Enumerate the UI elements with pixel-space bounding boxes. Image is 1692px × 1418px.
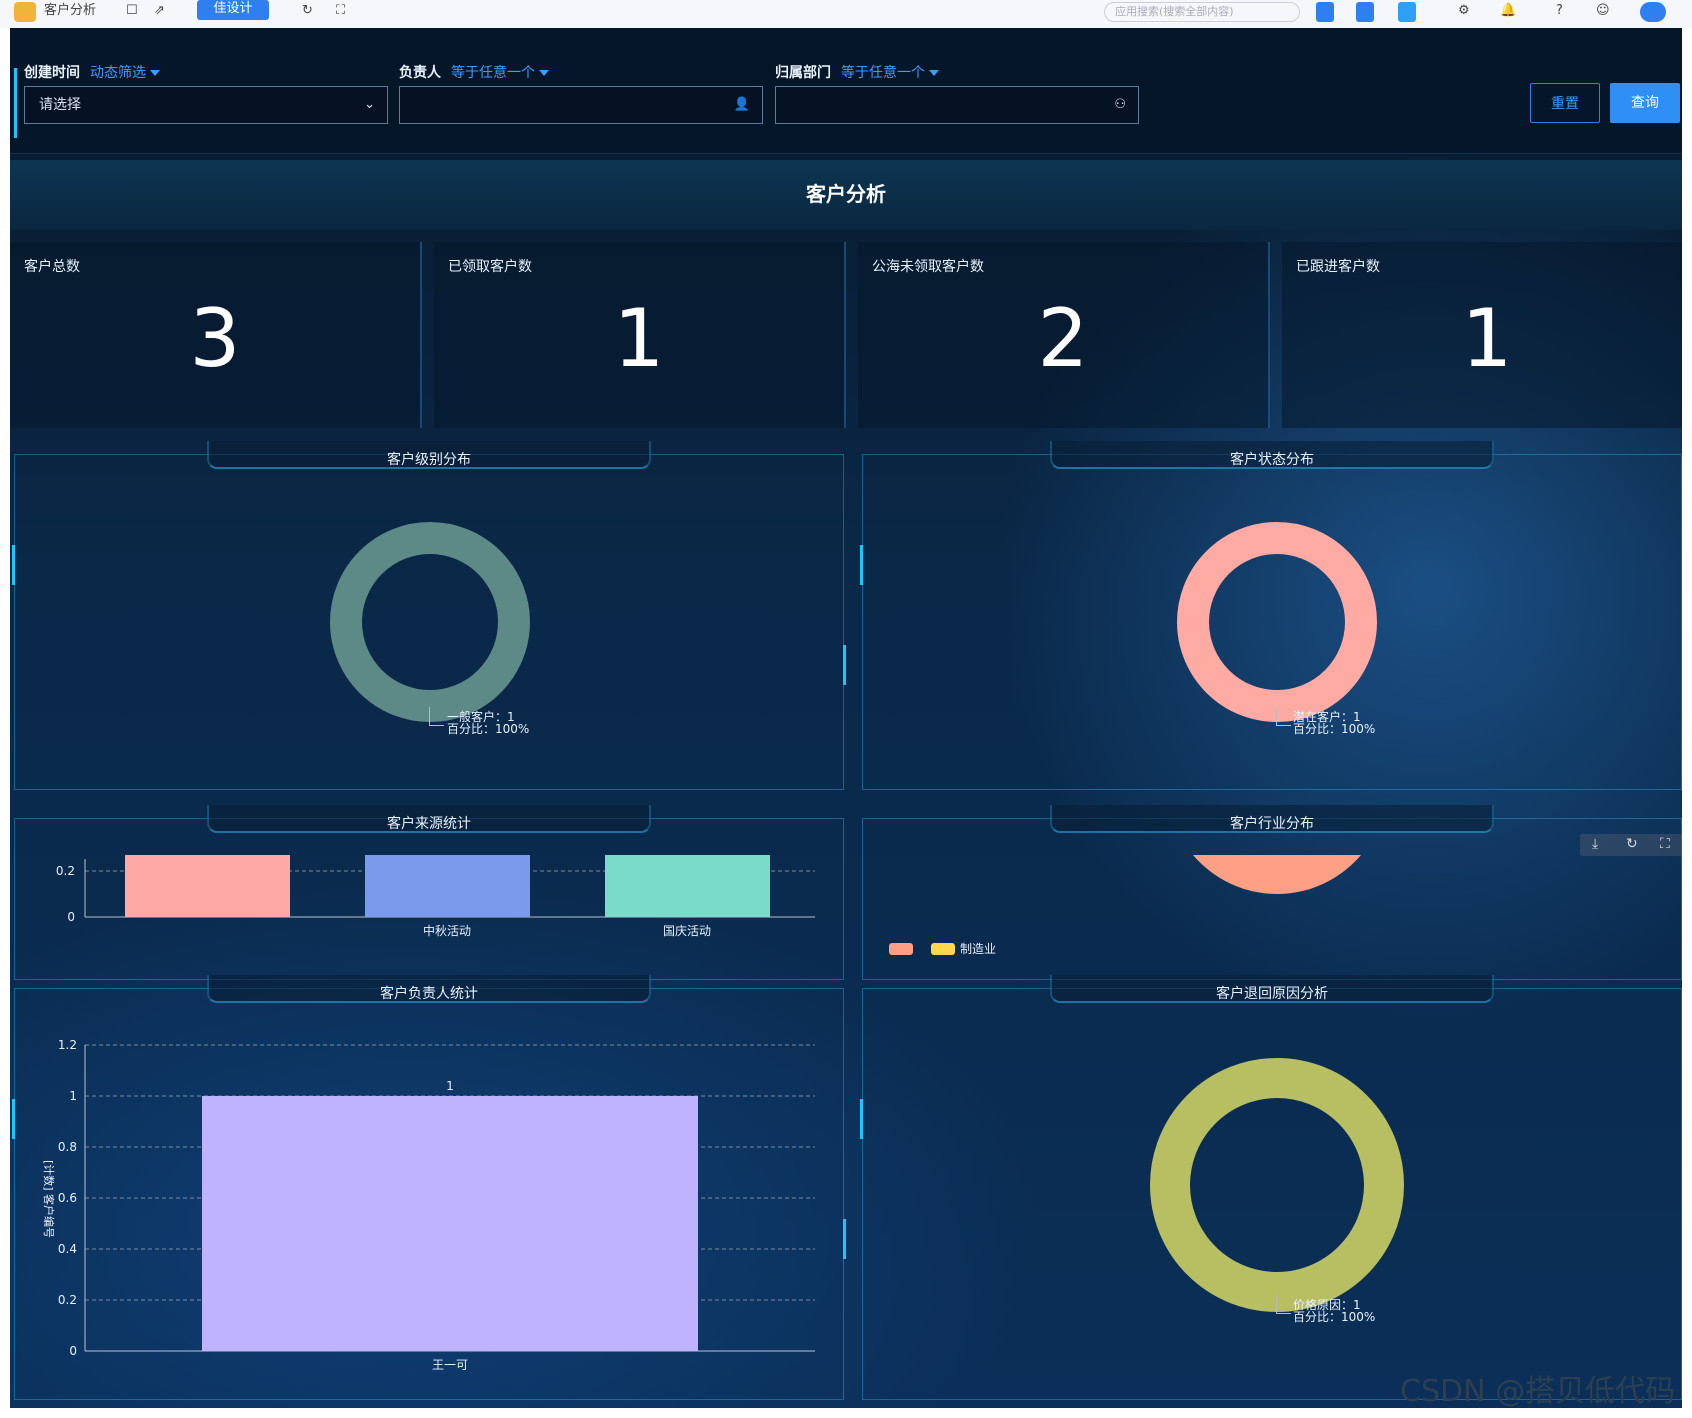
status-donut-chart [1177,522,1377,722]
stat-card-unclaimed: 公海未领取客户数 2 [858,242,1270,428]
stat-card-total: 客户总数 3 [10,242,422,428]
donut-slice-price[interactable] [1150,1058,1404,1312]
created-time-select[interactable]: 请选择 ⌄ [24,86,388,124]
org-tree-icon: ⚇ [1114,97,1126,112]
bar-national-day[interactable] [605,855,770,917]
query-button[interactable]: 查询 [1610,83,1680,123]
return-donut-chart [1150,1058,1404,1312]
stat-card-followed: 已跟进客户数 1 [1282,242,1682,428]
refresh-icon[interactable]: ↻ [1626,836,1638,852]
y-axis-label: [计数] 客户编号 [42,1160,56,1238]
legend-swatch-manufacturing[interactable] [931,943,955,955]
reset-button[interactable]: 重置 [1530,83,1600,123]
department-mode-dropdown[interactable]: 等于任意一个 [841,62,939,82]
app-search-input[interactable]: 应用搜索(搜索全部内容) [1104,2,1300,22]
fullscreen-icon[interactable]: ⛶ [1660,836,1670,852]
watermark: CSDN @搭贝低代码 [1400,1374,1676,1409]
legend-swatch[interactable] [889,943,913,955]
stat-value: 3 [189,292,241,385]
x-tick-label: 国庆活动 [663,924,711,938]
settings-icon[interactable]: ⚙ [1458,2,1470,22]
donut-slice-general[interactable] [330,522,530,722]
tasks-icon[interactable] [1398,2,1416,22]
department-label: 归属部门 [775,65,831,81]
bookmark-icon[interactable]: ☐ [126,2,140,22]
y-tick-label: 1 [69,1089,77,1103]
y-tick-label: 0.2 [56,864,75,878]
donut-slice-potential[interactable] [1177,522,1377,722]
owner-label: 负责人 [399,65,441,81]
dashboard-canvas: 创建时间 动态筛选 请选择 ⌄ 负责人 等于任意一个 👤 归属部门 等于任意一个… [10,28,1682,1408]
filter-bar: 创建时间 动态筛选 请选择 ⌄ 负责人 等于任意一个 👤 归属部门 等于任意一个… [10,28,1682,154]
apps-icon[interactable] [1356,2,1374,22]
filter-accent [14,68,17,138]
stat-label: 已跟进客户数 [1296,259,1380,275]
panel-industry-distribution: 客户行业分布 制造业 [862,805,1682,980]
stat-card-claimed: 已领取客户数 1 [434,242,846,428]
panel-owner-statistics: 客户负责人统计 0 0.2 0.4 0.6 0.8 1 1.2 1 王一可 [计数] 客户编… [12,975,846,1400]
bar-owner[interactable] [202,1096,698,1351]
bar-value-label: 1 [446,1079,454,1093]
created-time-placeholder: 请选择 [39,97,81,113]
person-icon: 👤 [733,97,750,112]
stat-label: 客户总数 [24,259,80,275]
legend-label-manufacturing: 制造业 [960,942,996,956]
panel-level-distribution: 客户级别分布 一般客户：1 百分比：100% [12,441,846,790]
y-tick-label: 0.4 [58,1242,77,1256]
slice-label-percent: 百分比：100% [1293,722,1376,736]
slice-label-percent: 百分比：100% [447,722,530,736]
slice-label-percent: 百分比：100% [1293,1310,1376,1324]
x-tick-label: 王一可 [432,1358,468,1372]
y-tick-label: 0 [69,1344,77,1358]
user-icon[interactable]: ☺ [1596,2,1610,22]
department-picker[interactable]: ⚇ [775,86,1139,124]
chart-toolbox: ⤓ ↻ ⛶ [1580,834,1682,856]
x-tick-label: 中秋活动 [423,923,471,938]
page-title: 客户分析 [806,182,886,206]
y-tick-label: 0.8 [58,1140,77,1154]
label-leader-line [429,707,444,726]
y-tick-label: 1.2 [58,1038,77,1052]
stat-label: 已领取客户数 [448,259,532,275]
created-time-mode-dropdown[interactable]: 动态筛选 [90,62,160,82]
download-icon[interactable]: ⤓ [1592,836,1598,852]
source-bar-chart: 0.2 0 中秋活动 国庆活动 [56,855,815,938]
avatar[interactable] [1640,2,1666,22]
refresh-icon[interactable]: ↻ [302,2,313,22]
bar-mid-autumn[interactable] [365,855,530,917]
pie-slice-industry[interactable] [1193,855,1361,894]
fullscreen-icon[interactable]: ⛶ [336,2,345,22]
owner-bar-chart: 0 0.2 0.4 0.6 0.8 1 1.2 1 王一可 [计数] 客户编号 [42,1038,815,1372]
stat-value: 2 [1037,292,1089,385]
app-title: 客户分析 [44,3,97,18]
y-tick-label: 0 [67,910,75,924]
stat-value: 1 [1461,292,1513,385]
design-button[interactable]: 佳设计 [197,0,269,20]
owner-picker[interactable]: 👤 [399,86,763,124]
chevron-down-icon: ⌄ [364,97,375,112]
share-icon[interactable]: ⇗ [154,2,168,22]
app-toolbar: 客户分析 ☐ ⇗ 佳设计 ↻ ⛶ 应用搜索(搜索全部内容) ⚙ 🔔 ? ☺ [0,0,1692,28]
label-leader-line [1276,1295,1291,1314]
panel-return-reasons: 客户退回原因分析 价格原因：1 百分比：100% [860,975,1682,1400]
y-tick-label: 0.6 [58,1191,77,1205]
stat-value: 1 [613,292,665,385]
level-donut-chart [330,522,530,722]
bar-source-1[interactable] [125,855,290,917]
help-icon[interactable]: ? [1556,2,1563,22]
home-icon[interactable] [1316,2,1334,22]
app-logo-icon [14,2,36,22]
industry-pie-chart: 制造业 [889,855,1361,956]
stat-label: 公海未领取客户数 [872,259,984,275]
panel-source-statistics: 客户来源统计 0.2 0 中秋活动 国庆活动 [14,805,844,980]
created-time-label: 创建时间 [24,65,80,81]
owner-mode-dropdown[interactable]: 等于任意一个 [451,62,549,82]
bell-icon[interactable]: 🔔 [1500,2,1516,22]
panel-status-distribution: 客户状态分布 潜在客户：1 百分比：100% [860,441,1682,790]
y-tick-label: 0.2 [58,1293,77,1307]
label-leader-line [1276,707,1291,726]
